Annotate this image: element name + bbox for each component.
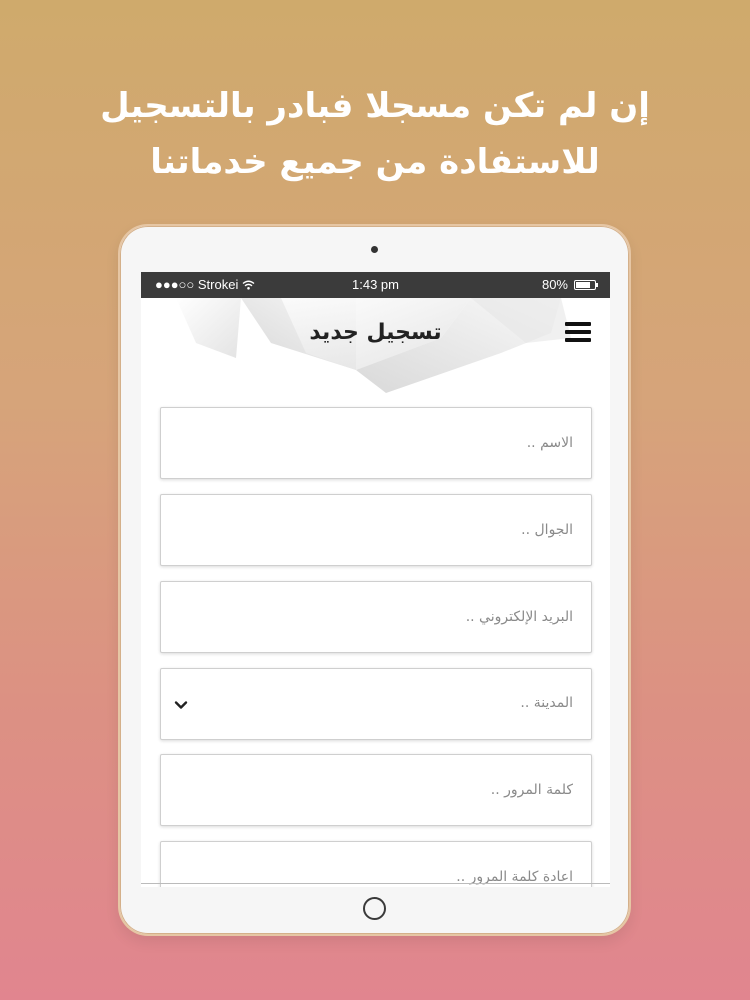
decorative-shapes: [176, 298, 571, 393]
tablet-frame: ●●●○○ Strokei 1:43 pm 80% تسجيل جديد الا…: [118, 224, 631, 936]
mobile-field[interactable]: [160, 494, 592, 566]
confirm-password-input[interactable]: [161, 842, 591, 887]
battery-status: 80%: [541, 277, 598, 292]
home-button[interactable]: [363, 897, 386, 920]
battery-percent: 80%: [541, 277, 568, 292]
chevron-down-icon[interactable]: [173, 697, 189, 713]
password-field[interactable]: [160, 754, 592, 826]
mobile-input[interactable]: [161, 495, 591, 565]
app-screen: ●●●○○ Strokei 1:43 pm 80% تسجيل جديد الا…: [141, 272, 610, 887]
email-input[interactable]: [161, 582, 591, 652]
headline-line-2: للاستفادة من جميع خدماتنا: [150, 142, 600, 182]
city-select[interactable]: المدينة ..: [160, 668, 592, 740]
screen-divider: [141, 883, 610, 884]
status-bar: ●●●○○ Strokei 1:43 pm 80%: [141, 272, 610, 298]
battery-fill: [576, 281, 590, 288]
email-field[interactable]: [160, 581, 592, 653]
confirm-password-field[interactable]: [160, 841, 592, 887]
password-input[interactable]: [161, 755, 591, 825]
city-select-label: المدينة ..: [520, 695, 573, 711]
headline-line-1: إن لم تكن مسجلا فبادر بالتسجيل: [100, 86, 650, 126]
name-field[interactable]: [160, 407, 592, 479]
camera-icon: [371, 246, 378, 253]
page-title: تسجيل جديد: [309, 320, 442, 345]
hamburger-menu-icon[interactable]: [565, 322, 591, 344]
promo-headline: إن لم تكن مسجلا فبادر بالتسجيل للاستفادة…: [0, 78, 750, 190]
app-header: تسجيل جديد: [141, 298, 610, 398]
status-time: 1:43 pm: [352, 277, 399, 292]
name-input[interactable]: [161, 408, 591, 478]
battery-icon: [574, 279, 598, 290]
